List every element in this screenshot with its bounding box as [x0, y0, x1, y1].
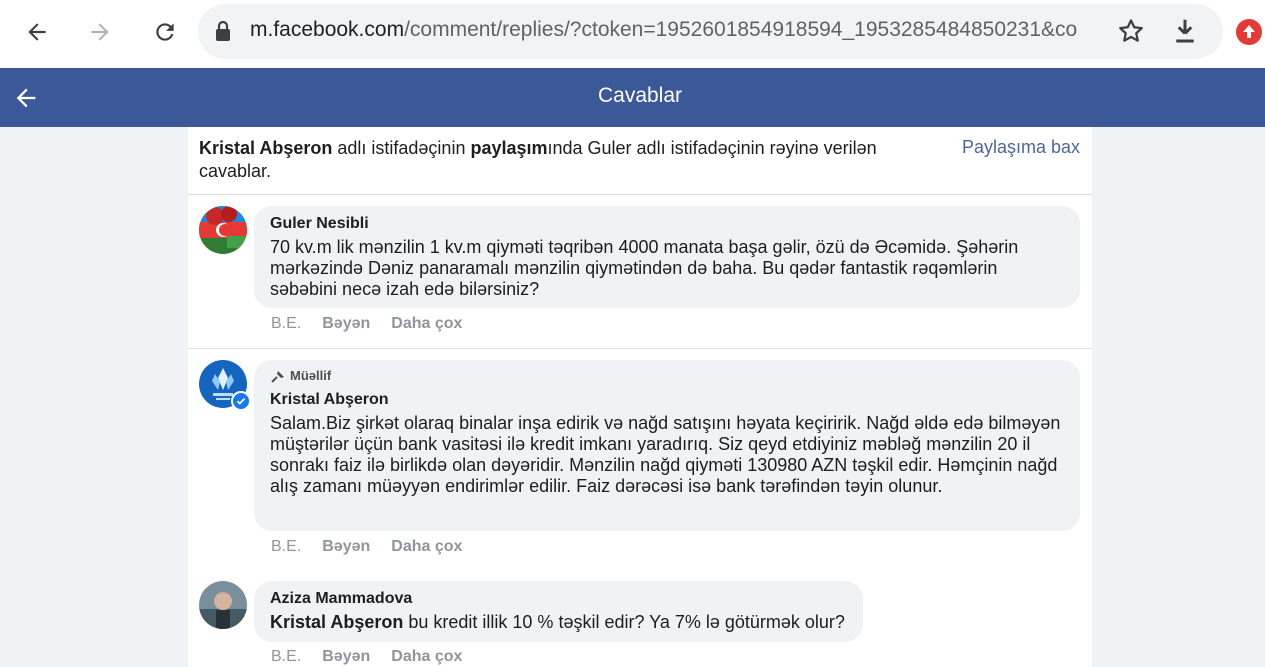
comment-text: 70 kv.m lik mənzilin 1 kv.m qiyməti təqr… — [270, 237, 1019, 299]
url-host: m.facebook.com — [250, 18, 405, 41]
avatar[interactable] — [199, 206, 247, 254]
comment-author[interactable]: Guler Nesibli — [270, 214, 1064, 234]
intro-part1: adlı istifadəçinin — [332, 138, 471, 158]
comment-bubble: Guler Nesibli 70 kv.m lik mənzilin 1 kv.… — [254, 206, 1080, 308]
intro-text: Kristal Abşeron adlı istifadəçinin payla… — [199, 137, 919, 183]
comment-text-body: bu kredit illik 10 % təşkil edir? Ya 7% … — [403, 612, 845, 632]
like-button[interactable]: Bəyən — [322, 648, 370, 666]
page-header: Cavablar — [0, 68, 1265, 127]
like-button[interactable]: Bəyən — [322, 315, 370, 333]
lock-icon — [215, 20, 231, 47]
verified-badge-icon — [231, 391, 251, 411]
address-bar[interactable]: m.facebook.com/comment/replies/?ctoken=1… — [198, 4, 1223, 59]
intro-author-link[interactable]: Kristal Abşeron — [199, 138, 332, 158]
comment-author[interactable]: Kristal Abşeron — [270, 390, 1064, 410]
comment-actions: B.E. Bəyən Daha çox — [271, 538, 462, 556]
url-text[interactable]: m.facebook.com/comment/replies/?ctoken=1… — [250, 18, 1102, 42]
more-button[interactable]: Daha çox — [391, 538, 462, 556]
author-tag-label: Müəllif — [290, 368, 332, 383]
browser-toolbar: m.facebook.com/comment/replies/?ctoken=1… — [0, 0, 1265, 68]
comment-author[interactable]: Aziza Mammadova — [270, 589, 847, 609]
intro-post-link[interactable]: paylaşım — [470, 138, 547, 158]
extension-icon[interactable] — [1236, 19, 1262, 45]
comment-text: Salam.Biz şirkət olaraq binalar inşa edi… — [270, 413, 1061, 496]
divider — [188, 194, 1092, 195]
avatar[interactable] — [199, 581, 247, 629]
comment-text: Kristal Abşeron bu kredit illik 10 % təş… — [270, 612, 847, 633]
bookmark-star-icon[interactable] — [1116, 16, 1146, 51]
forward-arrow-icon[interactable] — [82, 14, 118, 50]
comment-bubble: Müəllif Kristal Abşeron Salam.Biz şirkət… — [254, 360, 1080, 531]
see-post-link[interactable]: Paylaşıma bax — [962, 137, 1080, 158]
back-arrow-icon[interactable] — [19, 14, 55, 50]
divider — [188, 348, 1092, 349]
mic-icon — [271, 371, 284, 383]
more-button[interactable]: Daha çox — [391, 648, 462, 666]
more-button[interactable]: Daha çox — [391, 315, 462, 333]
author-tag: Müəllif — [270, 368, 1064, 384]
comment-time: B.E. — [271, 315, 302, 332]
mention-link[interactable]: Kristal Abşeron — [270, 612, 403, 632]
page-title: Cavablar — [597, 84, 683, 107]
comment-bubble: Aziza Mammadova Kristal Abşeron bu kredi… — [254, 581, 863, 642]
comment-actions: B.E. Bəyən Daha çox — [271, 315, 462, 333]
like-button[interactable]: Bəyən — [322, 538, 370, 556]
comment-actions: B.E. Bəyən Daha çox — [271, 648, 462, 666]
comment-time: B.E. — [271, 648, 302, 665]
download-icon[interactable] — [1170, 16, 1200, 51]
replies-panel: Kristal Abşeron adlı istifadəçinin payla… — [188, 127, 1092, 667]
comment-time: B.E. — [271, 538, 302, 555]
reload-icon[interactable] — [147, 14, 183, 50]
url-path: /comment/replies/?ctoken=195260185491859… — [404, 18, 1078, 41]
